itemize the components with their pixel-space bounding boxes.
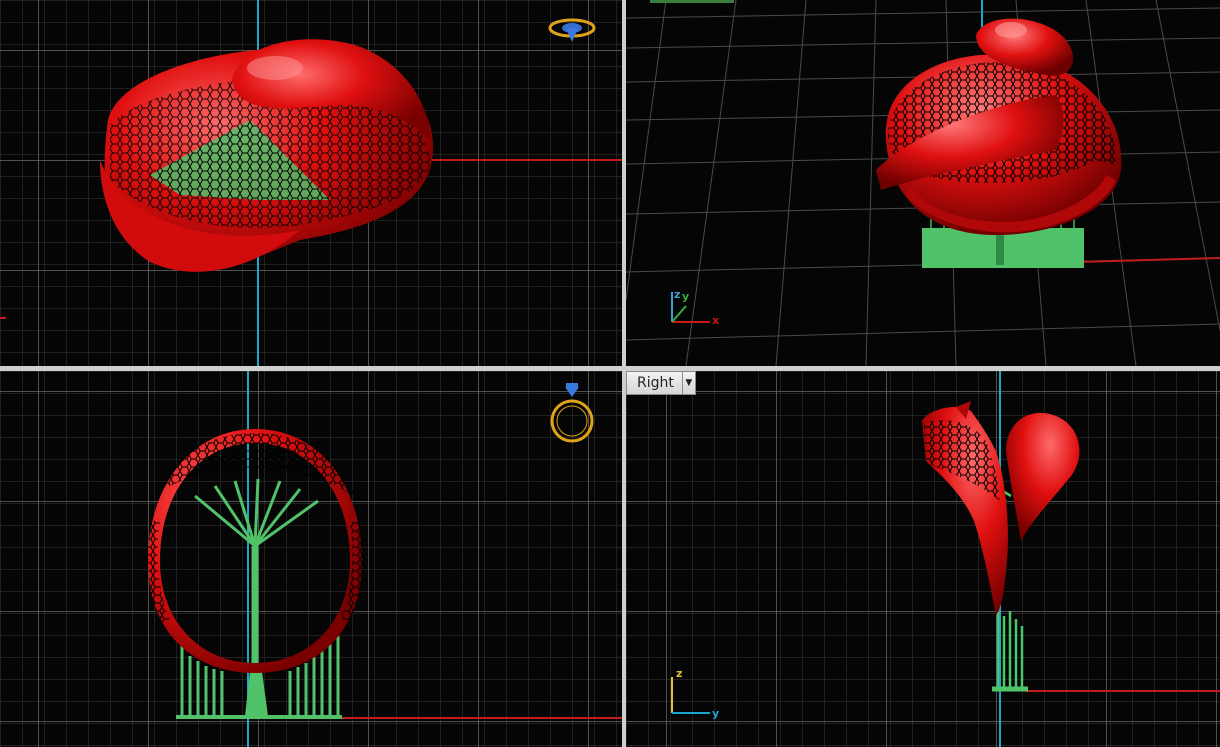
perspective-view-canvas[interactable]: z x y (626, 0, 1220, 366)
viewport-tab-label: Right (637, 375, 674, 391)
perspective-tab-strip (650, 0, 734, 3)
axis-label-z: z (674, 288, 680, 301)
viewport-top[interactable] (0, 0, 622, 366)
axis-label-y: y (712, 707, 719, 720)
top-view-canvas[interactable] (0, 0, 622, 366)
viewport-front[interactable] (0, 371, 622, 747)
chevron-down-icon: ▼ (685, 378, 693, 388)
right-view-canvas[interactable]: z y (626, 371, 1220, 747)
axis-label-x: x (712, 314, 719, 327)
viewport-menu-dropdown[interactable]: ▼ (681, 372, 695, 394)
viewport-right[interactable]: z y Right ▼ (626, 371, 1220, 747)
front-view-canvas[interactable] (0, 371, 622, 747)
axis-label-y: y (682, 290, 689, 303)
axis-label-z: z (676, 667, 682, 680)
viewport-tab-right[interactable]: Right ▼ (626, 371, 696, 395)
viewport-perspective[interactable]: z x y (626, 0, 1220, 366)
